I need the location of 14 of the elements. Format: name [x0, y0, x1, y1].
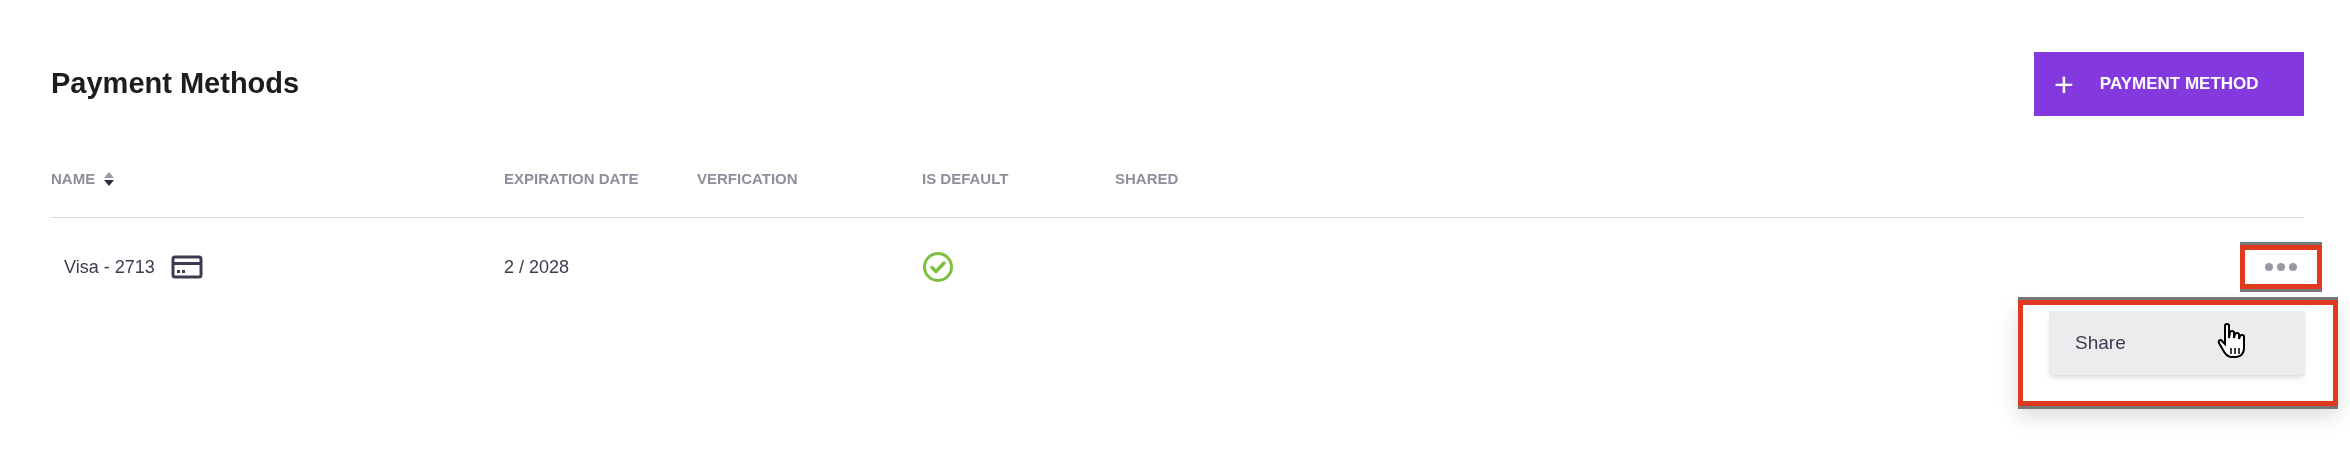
column-header: EXPIRATION DATE [504, 169, 639, 189]
sort-icon[interactable] [103, 171, 116, 188]
card-name: Visa - 2713 [64, 255, 155, 279]
column-header[interactable]: NAME [51, 168, 96, 191]
page-title: Payment Methods [51, 66, 300, 102]
expiration-date: 2 / 2028 [504, 256, 570, 277]
more-options-button[interactable] [2240, 245, 2322, 289]
column-header: IS DEFAULT [922, 169, 1009, 189]
credit-card-icon [170, 255, 203, 279]
plus-icon: + [2054, 67, 2074, 101]
column-header: SHARED [1115, 169, 1179, 189]
add-payment-method-button[interactable]: + PAYMENT METHOD [2034, 52, 2304, 116]
column-header: VERFICATION [697, 169, 798, 189]
menu-item[interactable]: Share [2049, 311, 2305, 375]
